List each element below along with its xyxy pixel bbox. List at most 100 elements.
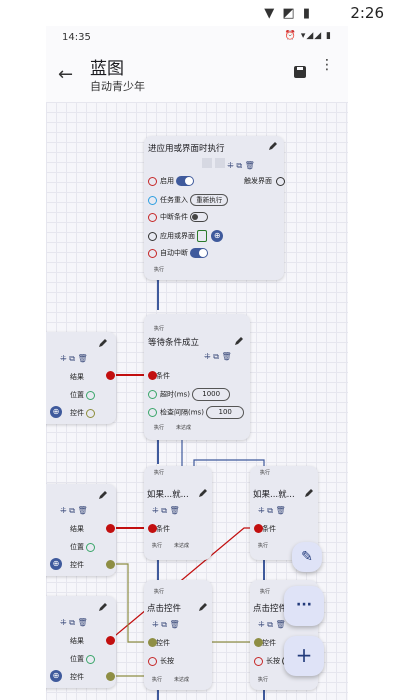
crosshair-icon[interactable]: ⊕ — [50, 406, 62, 418]
phone-clock: 14:35 — [62, 32, 91, 43]
node-on-enter-app[interactable]: 进应用或界面时执行 ⁜ ⧉ 🗑 启用 触发界面 任务重入 重新执行 中断条件 应… — [144, 136, 286, 280]
port-in-icon[interactable] — [148, 212, 157, 222]
port-in-icon[interactable] — [148, 176, 157, 186]
result-out-port[interactable] — [106, 524, 115, 533]
port-in-icon[interactable] — [148, 248, 157, 258]
condition-in-port[interactable] — [254, 524, 263, 533]
node-tools: ⁜ ⧉ 🗑 — [60, 618, 88, 628]
port-out-icon[interactable] — [276, 176, 286, 186]
node-wait-condition[interactable]: 执行 等待条件成立 ⁜ ⧉ 🗑 条件 超时(ms) 1000 检查间隔(ms) … — [144, 314, 250, 440]
edit-icon[interactable] — [234, 336, 244, 346]
node-title: 进应用或界面时执行 — [148, 144, 225, 154]
control-out-port[interactable] — [106, 560, 115, 569]
delete-icon[interactable]: 🗑 — [78, 618, 88, 627]
port-out-icon[interactable] — [86, 408, 96, 418]
crosshair-icon[interactable]: ⊕ — [50, 558, 62, 570]
move-icon[interactable]: ⁜ — [258, 506, 265, 515]
delete-icon[interactable]: 🗑 — [245, 161, 255, 170]
port-in-icon[interactable] — [148, 195, 157, 205]
crosshair-icon[interactable]: ⊕ — [50, 670, 62, 682]
condition-in-port[interactable] — [148, 371, 157, 380]
port-in-icon[interactable] — [148, 656, 157, 666]
row-result: 结果 — [70, 524, 84, 534]
delete-icon[interactable]: 🗑 — [78, 354, 88, 363]
port-in-icon[interactable] — [148, 390, 157, 399]
copy-icon[interactable]: ⧉ — [267, 620, 273, 629]
enable-toggle[interactable] — [176, 176, 195, 186]
control-in-port[interactable] — [148, 638, 157, 647]
node-title: 如果...就... — [147, 490, 189, 500]
row-app-or-ui: 应用或界面 ⊕ — [148, 230, 224, 242]
edit-fab[interactable]: ✎ — [292, 542, 322, 572]
row-condition: 条件 — [156, 524, 170, 534]
delete-icon[interactable]: 🗑 — [170, 620, 180, 629]
delete-icon[interactable]: 🗑 — [78, 506, 88, 515]
copy-icon[interactable]: ⧉ — [161, 506, 167, 515]
drag-placeholder-icon — [214, 158, 225, 168]
condition-in-port[interactable] — [148, 524, 157, 533]
port-out-icon[interactable] — [86, 654, 96, 664]
more-fab[interactable]: ··· — [284, 586, 324, 626]
row-position: 位置 — [70, 542, 98, 552]
copy-icon[interactable]: ⧉ — [69, 506, 75, 515]
edit-icon[interactable] — [198, 488, 208, 498]
delete-icon[interactable]: 🗑 — [222, 352, 232, 361]
row-result: 结果 — [70, 636, 84, 646]
timeout-input[interactable]: 1000 — [192, 388, 231, 401]
port-in-icon[interactable] — [254, 656, 263, 666]
label-condition: 条件 — [262, 525, 276, 533]
node-tools: ⁜ ⧉ 🗑 — [258, 620, 286, 630]
add-fab[interactable]: + — [284, 636, 324, 676]
node-title: 等待条件成立 — [148, 338, 200, 348]
restart-select[interactable]: 重新执行 — [190, 194, 229, 206]
move-icon[interactable]: ⁜ — [258, 620, 265, 629]
edit-icon[interactable] — [98, 490, 108, 500]
copy-icon[interactable]: ⧉ — [69, 354, 75, 363]
control-out-port[interactable] — [106, 672, 115, 681]
move-icon[interactable]: ⁜ — [204, 352, 211, 361]
control-in-port[interactable] — [254, 638, 263, 647]
port-out-icon[interactable] — [86, 542, 96, 552]
node-click-control[interactable]: 执行 点击控件 ⁜ ⧉ 🗑 控件 长按 执行 未达成 — [144, 580, 212, 690]
edit-icon[interactable] — [98, 338, 108, 348]
edit-icon[interactable] — [268, 141, 278, 151]
copy-icon[interactable]: ⧉ — [213, 352, 219, 361]
edit-icon[interactable] — [98, 602, 108, 612]
interrupt-toggle[interactable] — [190, 212, 209, 222]
save-icon[interactable] — [294, 66, 306, 78]
copy-icon[interactable]: ⧉ — [236, 161, 242, 170]
result-out-port[interactable] — [106, 636, 115, 645]
port-in-icon[interactable] — [148, 231, 157, 241]
port-in-icon[interactable] — [148, 408, 157, 417]
move-icon[interactable]: ⁜ — [60, 354, 67, 363]
label-enable: 启用 — [160, 177, 174, 185]
move-icon[interactable]: ⁜ — [60, 618, 67, 627]
node-if[interactable]: 执行 如果...就... ⁜ ⧉ 🗑 条件 执行 未达成 — [144, 466, 212, 560]
copy-icon[interactable]: ⧉ — [161, 620, 167, 629]
move-icon[interactable]: ⁜ — [227, 161, 234, 170]
move-icon[interactable]: ⁜ — [152, 620, 159, 629]
copy-icon[interactable]: ⧉ — [267, 506, 273, 515]
back-arrow-icon[interactable]: ← — [58, 64, 73, 85]
copy-icon[interactable]: ⧉ — [69, 618, 75, 627]
move-icon[interactable]: ⁜ — [60, 506, 67, 515]
more-vert-icon[interactable]: ⋮ — [320, 58, 334, 72]
blueprint-canvas[interactable]: 进应用或界面时执行 ⁜ ⧉ 🗑 启用 触发界面 任务重入 重新执行 中断条件 应… — [46, 102, 348, 700]
interval-input[interactable]: 100 — [206, 406, 245, 419]
add-icon: + — [295, 643, 313, 667]
delete-icon[interactable]: 🗑 — [276, 620, 286, 629]
move-icon[interactable]: ⁜ — [152, 506, 159, 515]
delete-icon[interactable]: 🗑 — [276, 506, 286, 515]
crosshair-icon[interactable]: ⊕ — [211, 230, 224, 242]
label-timeout: 超时(ms) — [160, 390, 190, 399]
edit-icon[interactable] — [198, 602, 208, 612]
auto-interrupt-toggle[interactable] — [190, 248, 209, 258]
edit-icon[interactable] — [304, 488, 314, 498]
delete-icon[interactable]: 🗑 — [170, 506, 180, 515]
exec-out-label: 执行 — [258, 677, 269, 683]
node-left-1[interactable]: ⁜ ⧉ 🗑 结果 位置 控件 ⊕ — [46, 332, 116, 424]
clipboard-icon[interactable] — [197, 230, 208, 242]
result-out-port[interactable] — [106, 371, 115, 380]
not-reached-label: 未达成 — [176, 425, 192, 431]
port-out-icon[interactable] — [86, 390, 96, 400]
